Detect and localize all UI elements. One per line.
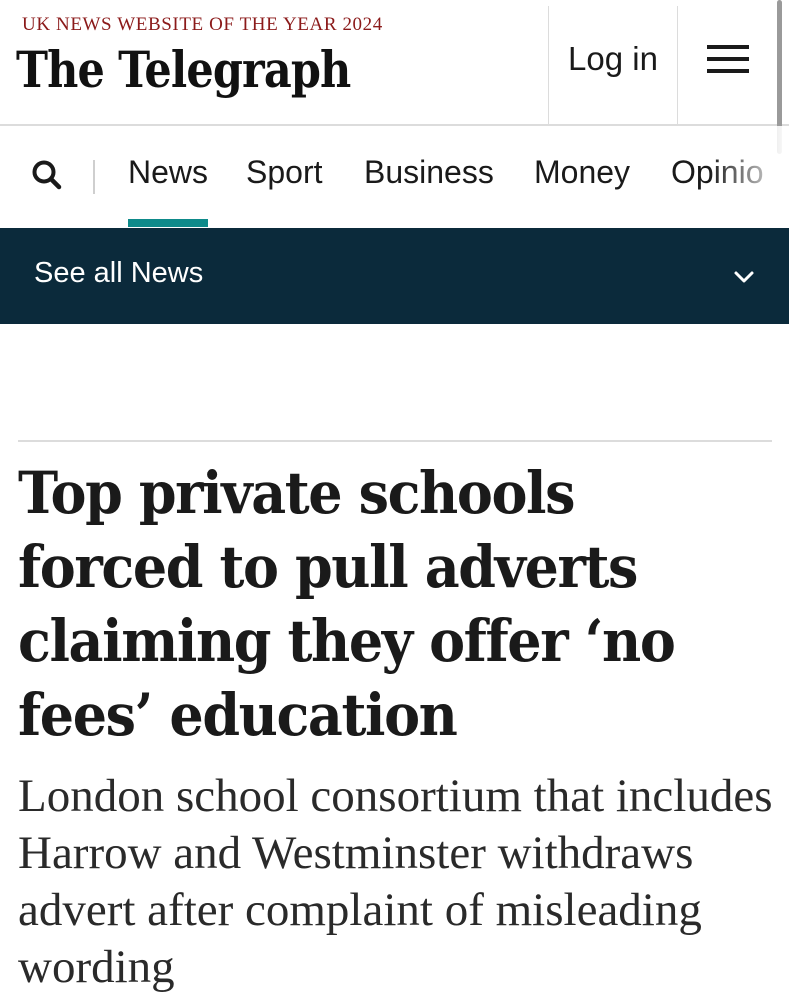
search-icon [32, 160, 62, 190]
hamburger-menu-icon [707, 45, 749, 73]
login-label: Log in [568, 40, 658, 77]
chevron-down-icon [734, 271, 754, 283]
article-standfirst: London school consortium that includes H… [18, 770, 773, 993]
nav-item-money[interactable]: Money [534, 154, 630, 191]
nav-item-news[interactable]: News [128, 154, 209, 227]
site-header: UK NEWS WEBSITE OF THE YEAR 2024 The Tel… [0, 0, 789, 126]
nav-item-business[interactable]: Business [364, 154, 494, 191]
menu-button[interactable] [678, 6, 778, 124]
section-dropdown-label: See all News [34, 257, 204, 289]
nav-fade-overlay [709, 126, 789, 228]
main-nav: News Sport Business Money Opinio [0, 126, 789, 228]
site-logo[interactable]: The Telegraph [16, 40, 351, 99]
article-divider [18, 440, 772, 442]
section-dropdown[interactable]: See all News [0, 228, 789, 324]
nav-divider [93, 160, 95, 194]
login-button[interactable]: Log in [548, 6, 678, 124]
nav-item-sport[interactable]: Sport [246, 154, 322, 191]
header-tagline: UK NEWS WEBSITE OF THE YEAR 2024 [22, 14, 383, 35]
article-headline: Top private schools forced to pull adver… [18, 459, 676, 749]
search-button[interactable] [28, 156, 68, 196]
